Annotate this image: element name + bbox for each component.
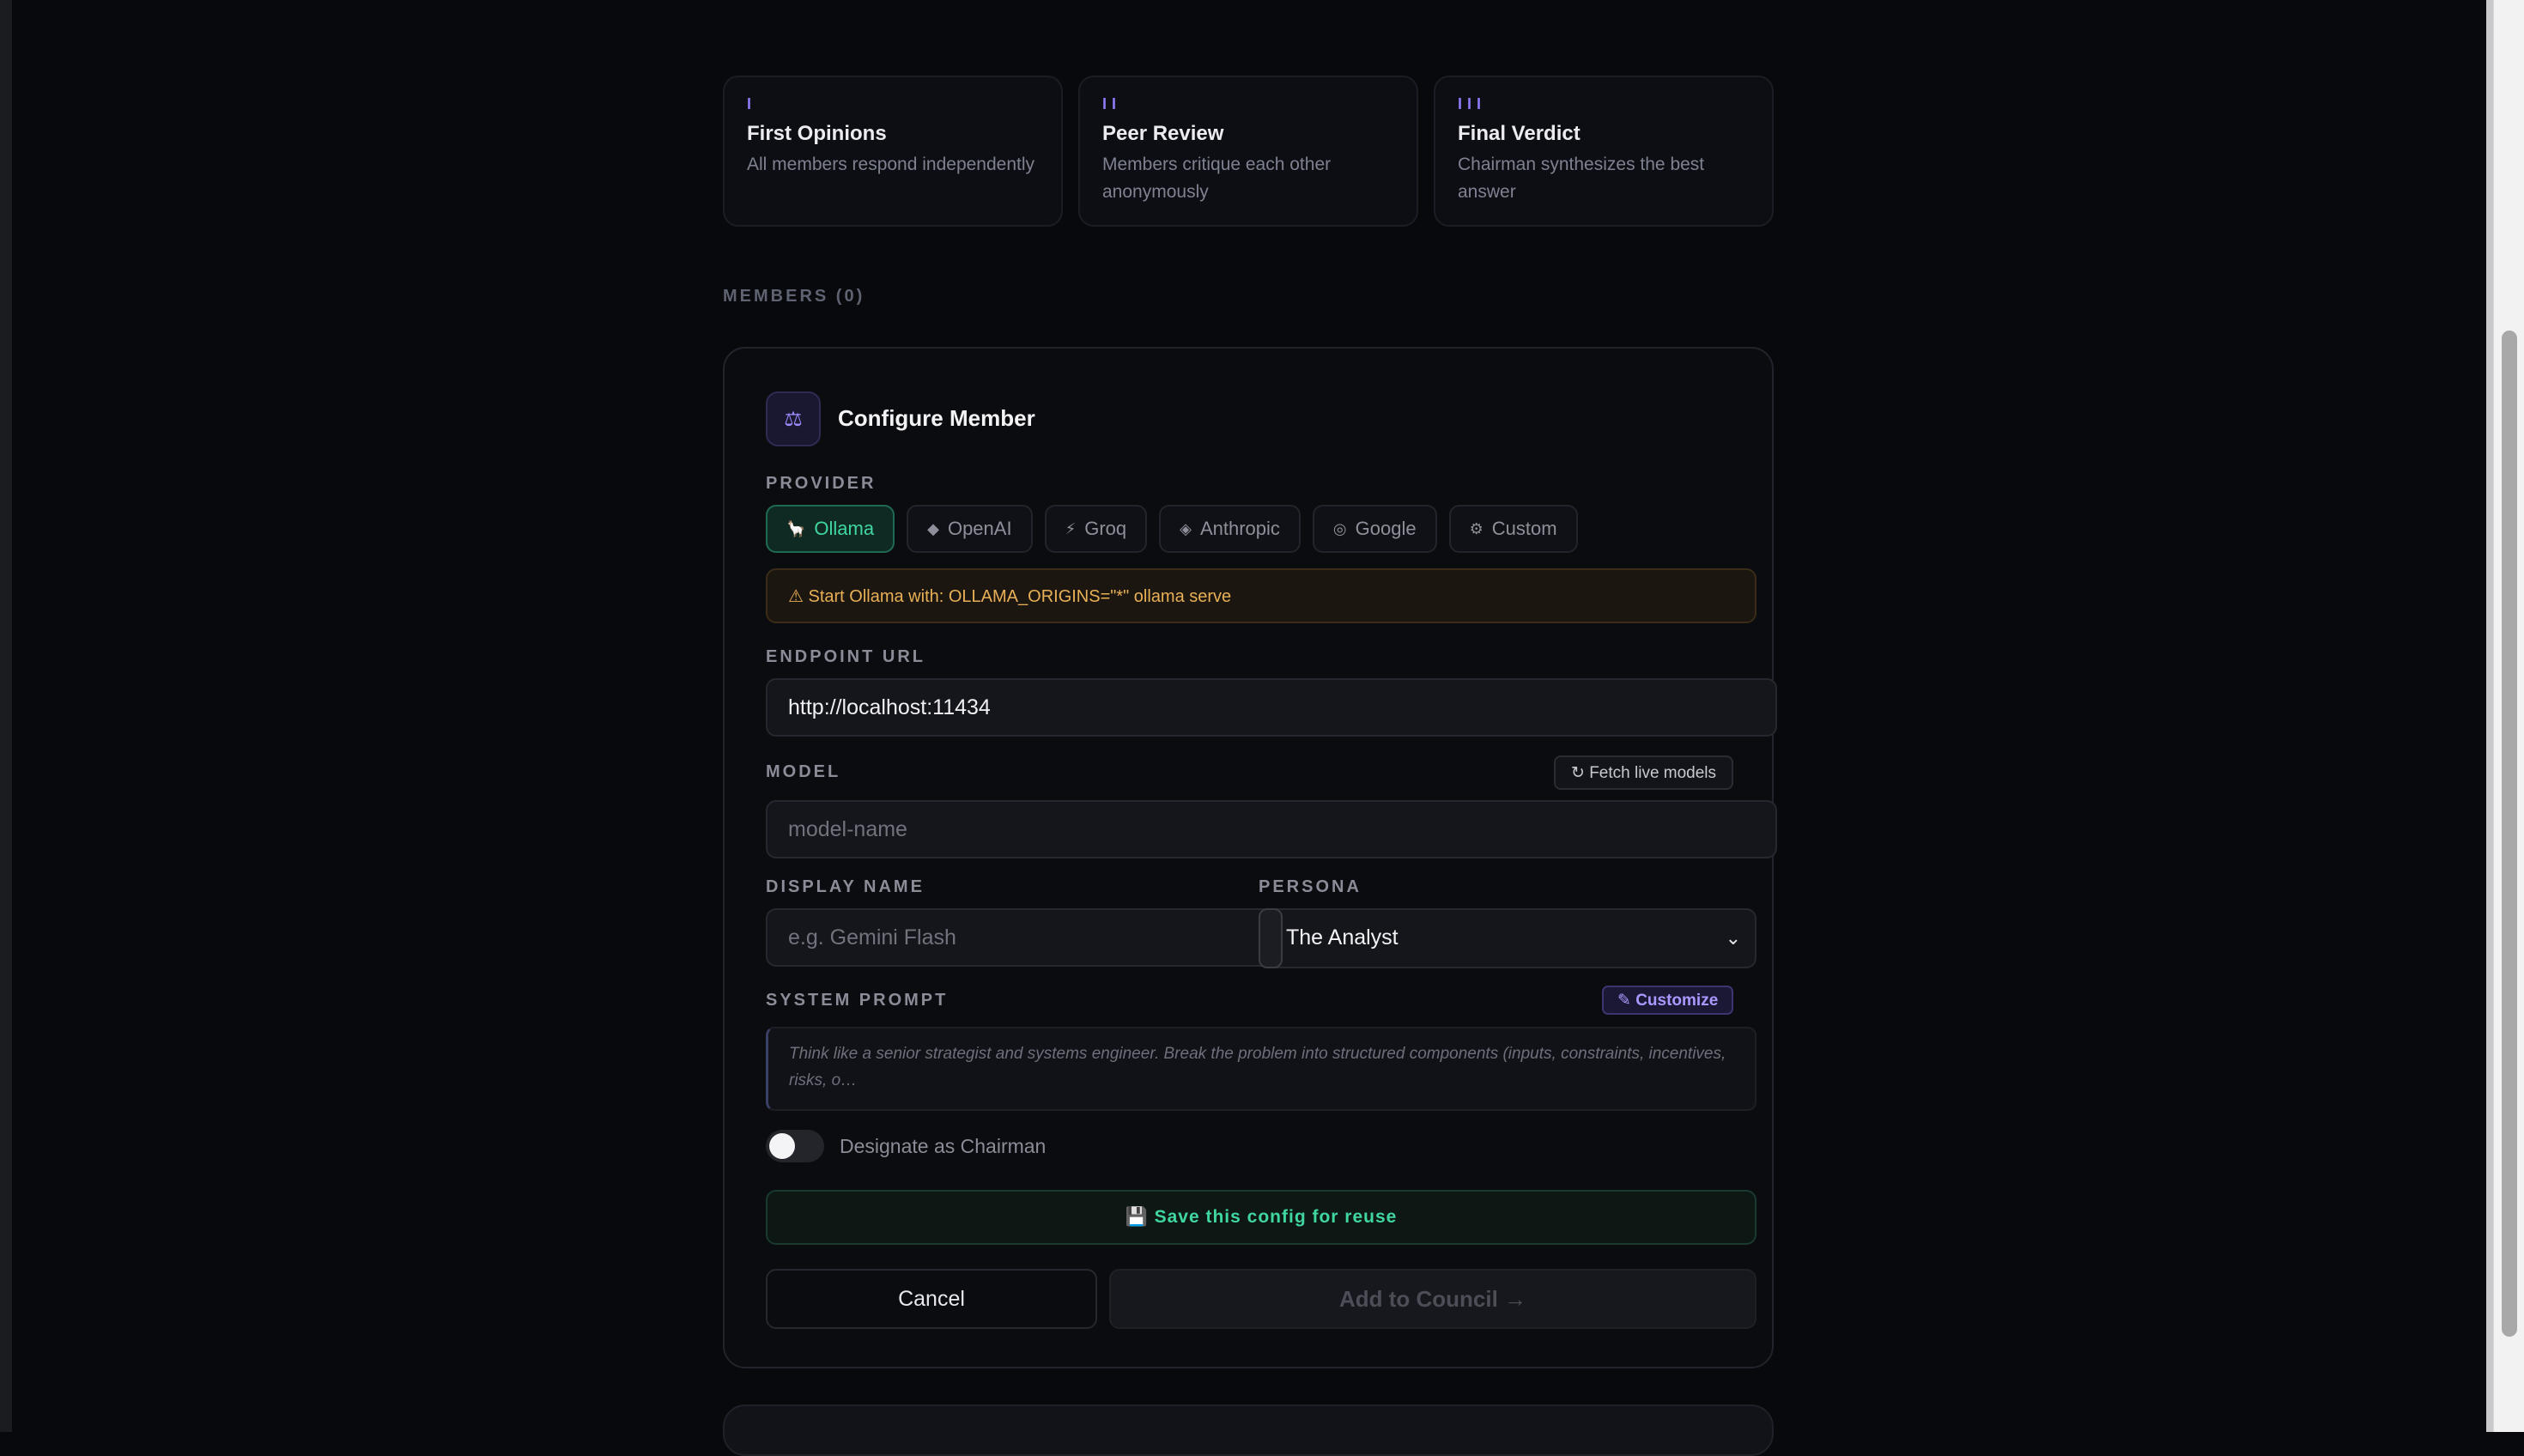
- stage-title: Final Verdict: [1458, 122, 1750, 146]
- members-count-label: MEMBERS (0): [723, 287, 865, 306]
- provider-google-button[interactable]: ◎ Google: [1313, 505, 1437, 553]
- toggle-knob: [769, 1133, 795, 1159]
- stage-numeral: I: [747, 96, 1039, 115]
- scrollbar-thumb[interactable]: [2502, 331, 2517, 1337]
- panel-title: Configure Member: [838, 405, 1035, 432]
- stage-numeral: III: [1458, 96, 1750, 115]
- stage-title: Peer Review: [1102, 122, 1394, 146]
- llama-icon: 🦙: [786, 520, 805, 538]
- save-config-button[interactable]: 💾 Save this config for reuse: [766, 1190, 1756, 1245]
- provider-label: PROVIDER: [766, 474, 876, 494]
- chairman-toggle-label: Designate as Chairman: [840, 1135, 1046, 1158]
- model-label: MODEL: [766, 762, 840, 782]
- configure-member-panel: ⚖ Configure Member PROVIDER 🦙 Ollama ◆ O…: [723, 347, 1774, 1368]
- stage-cards: I First Opinions All members respond ind…: [723, 76, 1774, 227]
- select-handle[interactable]: [1259, 908, 1283, 968]
- provider-options: 🦙 Ollama ◆ OpenAI ⚡ Groq ◈ Anthropic ◎ G…: [766, 505, 1578, 553]
- customize-prompt-button[interactable]: ✎ Customize: [1602, 986, 1733, 1015]
- provider-anthropic-button[interactable]: ◈ Anthropic: [1159, 505, 1301, 553]
- stage-numeral: II: [1102, 96, 1394, 115]
- display-name-input[interactable]: e.g. Gemini Flash: [766, 908, 1274, 967]
- provider-label-text: Google: [1356, 518, 1417, 540]
- model-input[interactable]: model-name: [766, 800, 1777, 858]
- scales-icon: ⚖: [766, 391, 821, 446]
- target-icon: ◎: [1333, 520, 1347, 538]
- stage-card-first-opinions: I First Opinions All members respond ind…: [723, 76, 1063, 227]
- provider-label-text: Ollama: [814, 518, 874, 540]
- stage-card-final-verdict: III Final Verdict Chairman synthesizes t…: [1434, 76, 1774, 227]
- display-name-label: DISPLAY NAME: [766, 877, 925, 897]
- stage-description: Members critique each other anonymously: [1102, 151, 1394, 206]
- ollama-warning-banner: ⚠ Start Ollama with: OLLAMA_ORIGINS="*" …: [766, 568, 1756, 623]
- lightning-icon: ⚡: [1065, 520, 1077, 538]
- stage-description: Chairman synthesizes the best answer: [1458, 151, 1750, 206]
- diamond-icon: ◆: [927, 520, 939, 538]
- provider-custom-button[interactable]: ⚙ Custom: [1449, 505, 1578, 553]
- chairman-toggle[interactable]: [766, 1130, 824, 1162]
- next-section-card: [723, 1404, 1774, 1456]
- window-edge-left: [0, 0, 12, 1432]
- provider-label-text: Groq: [1084, 518, 1126, 540]
- system-prompt-preview[interactable]: Think like a senior strategist and syste…: [766, 1027, 1756, 1111]
- add-to-council-button[interactable]: Add to Council →: [1109, 1269, 1756, 1329]
- stage-description: All members respond independently: [747, 151, 1039, 179]
- provider-label-text: Anthropic: [1200, 518, 1280, 540]
- stage-title: First Opinions: [747, 122, 1039, 146]
- provider-label-text: OpenAI: [948, 518, 1012, 540]
- provider-ollama-button[interactable]: 🦙 Ollama: [766, 505, 895, 553]
- cancel-button[interactable]: Cancel: [766, 1269, 1097, 1329]
- stage-card-peer-review: II Peer Review Members critique each oth…: [1078, 76, 1418, 227]
- provider-groq-button[interactable]: ⚡ Groq: [1045, 505, 1148, 553]
- endpoint-url-input[interactable]: http://localhost:11434: [766, 678, 1777, 737]
- app-window: I First Opinions All members respond ind…: [0, 0, 2524, 1432]
- fetch-live-models-button[interactable]: ↻ Fetch live models: [1554, 755, 1733, 790]
- diamond-outline-icon: ◈: [1180, 520, 1192, 538]
- persona-label: PERSONA: [1259, 877, 1362, 897]
- provider-openai-button[interactable]: ◆ OpenAI: [907, 505, 1032, 553]
- provider-label-text: Custom: [1492, 518, 1557, 540]
- persona-select[interactable]: The Analyst ⌄: [1259, 908, 1756, 968]
- window-edge-right: [2486, 0, 2493, 1432]
- endpoint-url-label: ENDPOINT URL: [766, 647, 925, 667]
- chevron-down-icon: ⌄: [1726, 927, 1741, 949]
- gear-icon: ⚙: [1470, 520, 1483, 538]
- persona-selected-value: The Analyst: [1286, 925, 1399, 950]
- system-prompt-label: SYSTEM PROMPT: [766, 991, 948, 1010]
